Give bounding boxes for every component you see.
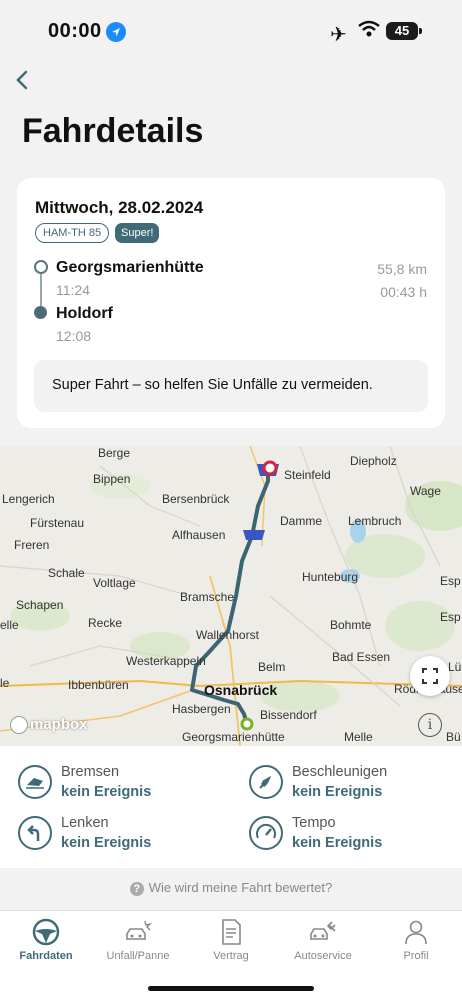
steer-label: Lenken <box>61 815 109 831</box>
rating-info-link[interactable]: ? Wie wird meine Fahrt bewertet? <box>0 880 462 896</box>
map-label: Recke <box>88 616 123 630</box>
tab-label: Vertrag <box>213 950 249 962</box>
map-label: Georgsmarienhütte <box>182 730 285 744</box>
person-icon <box>405 920 427 945</box>
map-label: Wage <box>410 484 441 498</box>
map-label: Diepholz <box>350 454 397 468</box>
end-point-icon <box>34 306 47 319</box>
speed-label: Tempo <box>292 815 336 831</box>
route-connector-line <box>40 274 42 306</box>
map-label: Bramsche <box>180 590 235 604</box>
map-label: Bissendorf <box>260 708 317 722</box>
map-label: Esp <box>440 574 461 588</box>
brake-value: kein Ereignis <box>61 784 152 800</box>
map-label: Bad Essen <box>332 650 391 664</box>
airplane-mode-icon: ✈ <box>330 24 347 46</box>
status-time: 00:00 <box>48 20 102 42</box>
map-label: Fürstenau <box>30 516 85 530</box>
question-icon: ? <box>129 882 144 896</box>
trip-date: Mittwoch, 28.02.2024 <box>35 198 204 217</box>
hint-text: Super Fahrt – so helfen Sie Unfälle zu v… <box>52 377 373 393</box>
wifi-icon <box>358 20 380 37</box>
tab-profil[interactable]: Profil <box>370 917 462 962</box>
map-label: Berge <box>98 446 131 460</box>
car-service-icon <box>310 921 336 940</box>
chevron-left-icon <box>16 70 28 90</box>
speed-value: kein Ereignis <box>292 835 383 851</box>
end-time: 12:08 <box>56 328 92 344</box>
tab-label: Unfall/Panne <box>106 950 170 962</box>
start-point-icon <box>34 260 48 274</box>
license-plate-badge: HAM-TH 85 <box>35 223 110 243</box>
map-label: Schapen <box>16 598 64 612</box>
brake-label: Bremsen <box>61 764 120 780</box>
map-label: Wallenhorst <box>196 628 259 642</box>
document-icon <box>222 919 241 945</box>
map-label: Esp <box>440 610 461 624</box>
start-place: Georgsmarienhütte <box>56 259 204 276</box>
brake-icon <box>18 765 52 799</box>
tab-label: Profil <box>403 950 429 962</box>
map-label: Bippen <box>93 472 131 486</box>
fullscreen-button[interactable] <box>410 656 450 696</box>
location-arrow-icon <box>106 22 126 42</box>
map-info-icon[interactable]: i <box>418 713 442 737</box>
turn-left-icon <box>18 816 52 850</box>
map-label: elle <box>0 618 19 632</box>
tab-label: Fahrdaten <box>19 950 73 962</box>
route-map[interactable]: Berge Bippen Lengerich Bersenbrück Stein… <box>0 446 462 746</box>
map-label: Lengerich <box>2 492 55 506</box>
tab-vertrag[interactable]: Vertrag <box>185 917 277 962</box>
map-label: Damme <box>280 514 323 528</box>
map-label: Bohmte <box>330 618 372 632</box>
rating-info-text: Wie wird meine Fahrt bewertet? <box>148 880 333 895</box>
page-title: Fahrdetails <box>22 112 204 150</box>
accel-label: Beschleunigen <box>292 764 388 780</box>
map-label: Hunteburg <box>302 570 359 584</box>
rating-badge: Super! <box>115 223 160 243</box>
map-label: Lü <box>448 660 462 674</box>
map-label: Belm <box>258 660 286 674</box>
map-label: Lembruch <box>348 514 402 528</box>
speedometer-icon <box>249 816 283 850</box>
tab-autoservice[interactable]: Autoservice <box>277 917 369 962</box>
start-time: 11:24 <box>56 282 90 298</box>
accel-value: kein Ereignis <box>292 784 383 800</box>
map-label: Freren <box>14 538 50 552</box>
map-label: Hasbergen <box>172 702 231 716</box>
map-label: Ibbenbüren <box>68 678 129 692</box>
trip-card: Mittwoch, 28.02.2024 HAM-TH 85 Super! Ge… <box>17 178 445 428</box>
driving-events-panel: Bremsen kein Ereignis Beschleunigen kein… <box>0 746 462 868</box>
home-indicator[interactable] <box>148 986 314 991</box>
map-label: Steinfeld <box>284 468 331 482</box>
steering-wheel-icon <box>32 918 60 946</box>
mapbox-logo: mapbox <box>10 716 88 735</box>
end-place: Holdorf <box>56 305 113 322</box>
mapbox-mark-icon <box>10 716 28 735</box>
mapbox-wordmark: mapbox <box>30 716 88 733</box>
hint-box: Super Fahrt – so helfen Sie Unfälle zu v… <box>34 360 428 412</box>
map-label: Voltlage <box>93 576 136 590</box>
map-label-city: Osnabrück <box>204 682 278 698</box>
map-label: Melle <box>344 730 373 744</box>
rocket-icon <box>249 765 283 799</box>
steer-value: kein Ereignis <box>61 835 152 851</box>
map-label: le <box>0 676 10 690</box>
map-label: Bü <box>446 730 461 744</box>
status-bar: 00:00 ✈ 45 <box>0 0 462 62</box>
expand-icon <box>422 668 438 684</box>
tab-label: Autoservice <box>294 950 352 962</box>
map-label: Westerkappeln <box>126 654 206 668</box>
back-button[interactable] <box>10 66 40 96</box>
map-label: Alfhausen <box>172 528 226 542</box>
trip-distance: 55,8 km <box>377 261 427 277</box>
tab-unfall-panne[interactable]: Unfall/Panne <box>92 917 184 962</box>
trip-duration: 00:43 h <box>380 284 427 300</box>
battery-cap <box>419 28 422 34</box>
tab-fahrdaten[interactable]: Fahrdaten <box>0 917 92 962</box>
map-label: Schale <box>48 566 85 580</box>
car-crash-icon <box>126 920 153 940</box>
map-label: Bersenbrück <box>162 492 230 506</box>
battery-indicator: 45 <box>386 22 418 40</box>
